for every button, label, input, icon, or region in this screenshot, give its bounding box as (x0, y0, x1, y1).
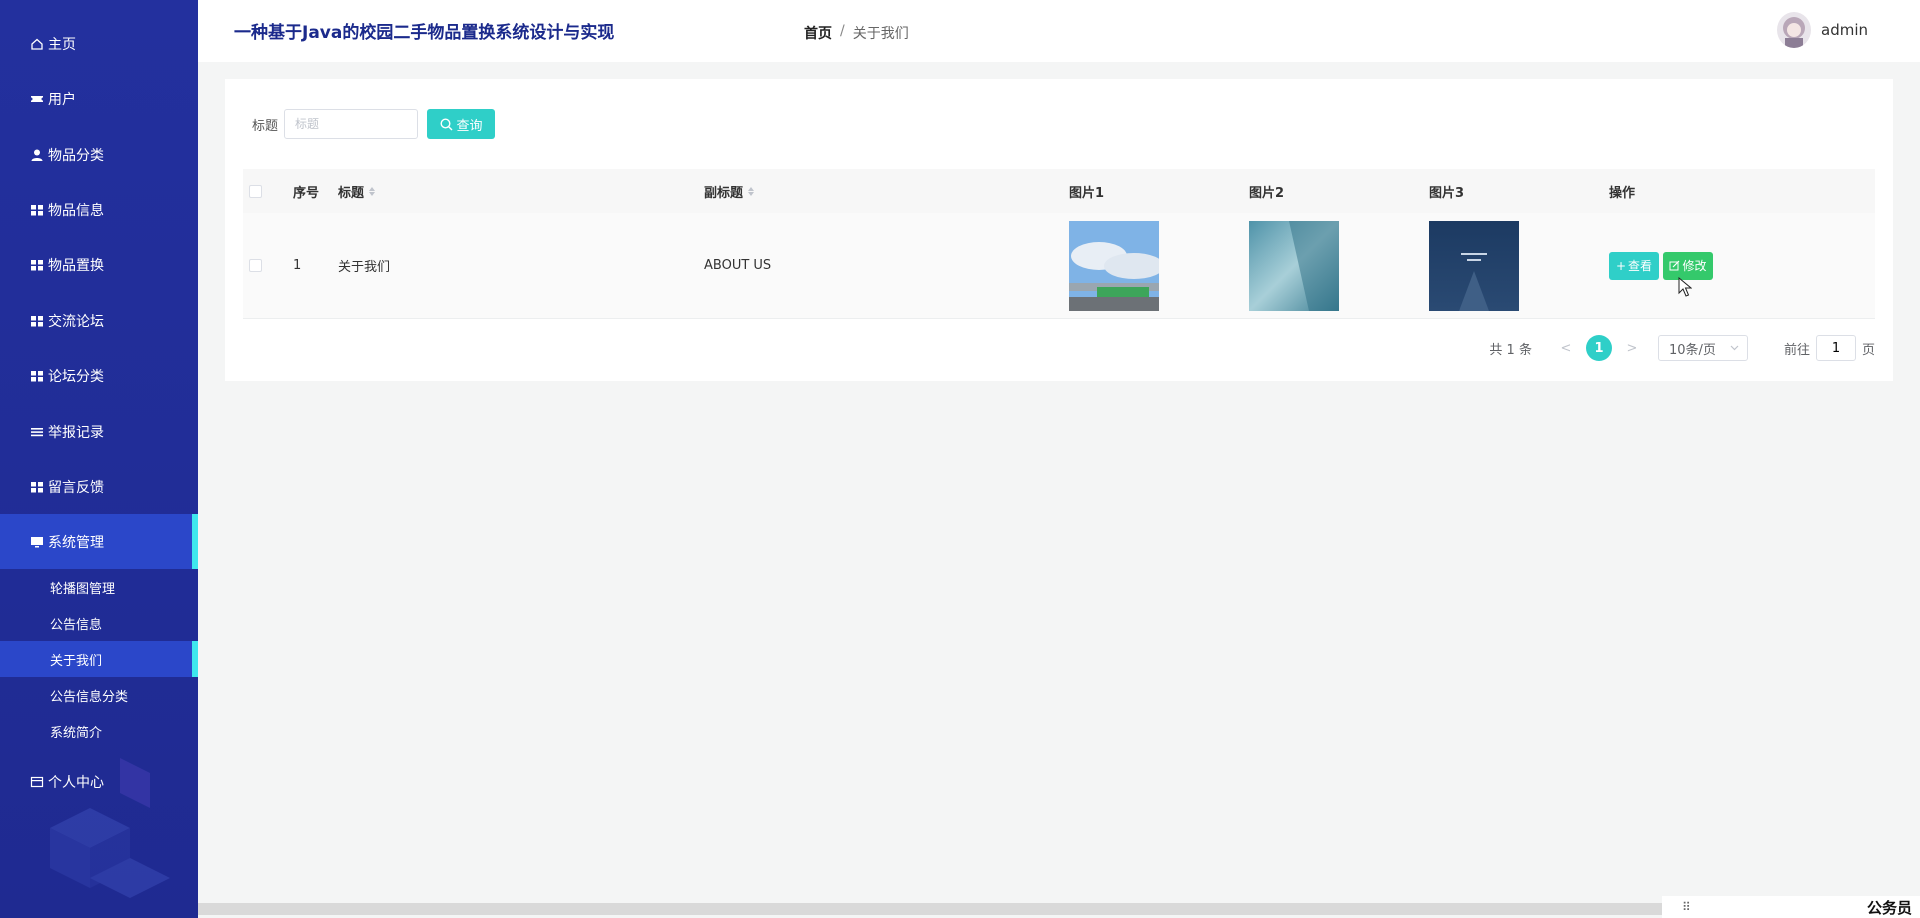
grid-icon (30, 203, 44, 217)
row-index: 1 (293, 258, 302, 273)
sidebar-item-users[interactable]: 用户 (0, 71, 198, 126)
user-menu[interactable]: admin (1777, 12, 1868, 48)
sidebar-item-categories[interactable]: 物品分类 (0, 127, 198, 182)
username: admin (1821, 21, 1868, 39)
sidebar-subitem-notice-categories[interactable]: 公告信息分类 (0, 677, 198, 713)
breadcrumb-home[interactable]: 首页 (804, 23, 832, 43)
page-number-button[interactable]: 1 (1585, 335, 1612, 361)
pagination: 共 1 条 < 1 > 10条/页 前往 页 (1489, 335, 1875, 361)
sidebar-item-forum[interactable]: 交流论坛 (0, 293, 198, 348)
monitor-icon (30, 535, 44, 549)
breadcrumb-current: 关于我们 (852, 26, 909, 42)
grid-icon (30, 369, 44, 383)
table-row: 1 关于我们 ABOUT US + 查看 修改 (243, 213, 1875, 319)
sidebar-item-forum-categories[interactable]: 论坛分类 (0, 348, 198, 403)
avatar[interactable] (1777, 12, 1811, 48)
thumbnail-image[interactable] (1069, 220, 1159, 311)
header-subtitle[interactable]: 副标题 (704, 169, 755, 213)
row-image-2[interactable] (1249, 213, 1339, 318)
corner-widget-text: 公务员 (1866, 898, 1912, 917)
search-input[interactable] (284, 109, 419, 139)
breadcrumb-separator: / (840, 23, 845, 39)
header-image-1: 图片1 (1069, 185, 1105, 201)
edit-button[interactable]: 修改 (1663, 251, 1713, 280)
row-subtitle: ABOUT US (704, 258, 772, 273)
edit-icon (1669, 260, 1680, 271)
search-label: 标题 (252, 118, 279, 134)
sidebar-item-system[interactable]: 系统管理 (0, 514, 198, 569)
goto-label: 前往 (1783, 342, 1810, 358)
drag-handle-icon[interactable]: ⠿ (1682, 900, 1691, 914)
content-card: 标题 查询 序号 标题 副标题 图片1 图片2 图片3 操作 1 (225, 79, 1893, 381)
row-checkbox[interactable] (249, 213, 262, 318)
pagination-total: 共 1 条 (1489, 342, 1532, 358)
search-button[interactable]: 查询 (427, 109, 496, 139)
header-image-2: 图片2 (1249, 185, 1285, 201)
list-icon (30, 425, 44, 439)
sidebar-subitem-intro[interactable]: 系统简介 (0, 713, 198, 749)
table-header: 序号 标题 副标题 图片1 图片2 图片3 操作 (243, 169, 1875, 213)
thumbnail-image[interactable] (1249, 220, 1339, 311)
sidebar-item-profile[interactable]: 个人中心 (0, 754, 198, 809)
next-page-button[interactable]: > (1620, 341, 1644, 356)
user-icon (30, 148, 44, 162)
sidebar: 主页 用户 物品分类 物品信息 物品置换 交流论坛 论坛分类 举报记录 留言反馈… (0, 0, 198, 918)
sort-icon[interactable] (748, 186, 755, 196)
data-table: 序号 标题 副标题 图片1 图片2 图片3 操作 1 关于我们 ABOUT US (243, 169, 1875, 319)
sidebar-item-feedback[interactable]: 留言反馈 (0, 459, 198, 514)
sidebar-item-exchange[interactable]: 物品置换 (0, 237, 198, 292)
page-size-select[interactable]: 10条/页 (1657, 335, 1748, 361)
select-all-checkbox[interactable] (249, 169, 262, 213)
app-title: 一种基于Java的校园二手物品置换系统设计与实现 (234, 23, 615, 43)
breadcrumb: 首页 / 关于我们 (804, 23, 909, 43)
page-unit-label: 页 (1861, 342, 1875, 358)
row-actions: + 查看 修改 (1609, 213, 1713, 318)
sort-icon[interactable] (369, 186, 376, 196)
chevron-down-icon (1730, 345, 1739, 351)
grid-icon (30, 258, 44, 272)
grid-icon (30, 314, 44, 328)
search-bar: 标题 查询 (252, 109, 496, 139)
prev-page-button[interactable]: < (1554, 341, 1578, 356)
home-icon (30, 37, 44, 51)
card-icon (30, 775, 44, 789)
header-index: 序号 (293, 185, 320, 201)
row-image-3[interactable] (1429, 213, 1519, 318)
sidebar-item-reports[interactable]: 举报记录 (0, 404, 198, 459)
view-button[interactable]: + 查看 (1609, 251, 1659, 280)
row-title: 关于我们 (338, 260, 391, 275)
header-title[interactable]: 标题 (338, 169, 376, 213)
sidebar-subitem-notices[interactable]: 公告信息 (0, 605, 198, 641)
plus-icon: + (1615, 258, 1627, 273)
sidebar-item-home[interactable]: 主页 (0, 16, 198, 71)
corner-widget[interactable]: ⠿ 公务员 (1662, 896, 1920, 918)
sidebar-subitem-about[interactable]: 关于我们 (0, 641, 198, 677)
sidebar-subitem-carousel[interactable]: 轮播图管理 (0, 569, 198, 605)
header-image-3: 图片3 (1429, 185, 1465, 201)
header-actions: 操作 (1609, 185, 1636, 201)
grid-icon (30, 480, 44, 494)
search-icon (439, 117, 452, 130)
ticket-icon (30, 92, 44, 106)
thumbnail-image[interactable] (1429, 220, 1519, 311)
mouse-cursor-icon (1678, 277, 1692, 297)
sidebar-item-goods[interactable]: 物品信息 (0, 182, 198, 237)
goto-page-input[interactable] (1815, 335, 1856, 361)
top-header: 一种基于Java的校园二手物品置换系统设计与实现 首页 / 关于我们 admin (198, 0, 1920, 62)
row-image-1[interactable] (1069, 213, 1159, 318)
